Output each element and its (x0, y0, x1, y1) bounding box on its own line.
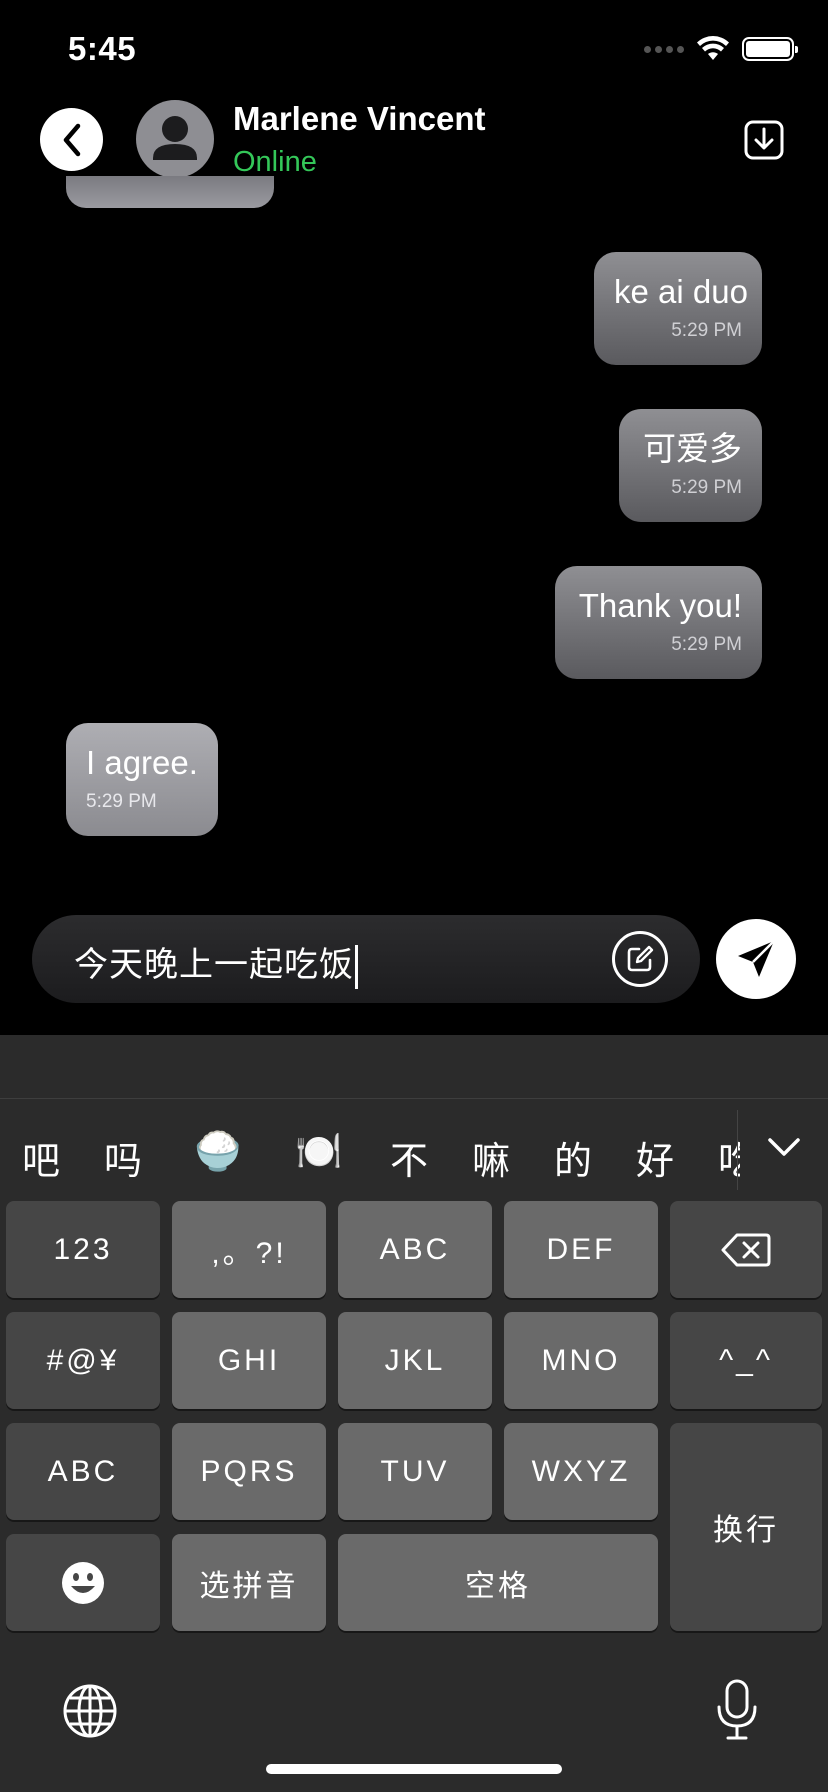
key-mno[interactable]: MNO (504, 1312, 658, 1409)
key-ghi[interactable]: GHI (172, 1312, 326, 1409)
key-tuv[interactable]: TUV (338, 1423, 492, 1520)
candidate-item[interactable]: 吧 (22, 1130, 60, 1185)
space-key[interactable]: 空格 (338, 1534, 658, 1631)
candidate-item[interactable]: 好 (636, 1130, 674, 1185)
backspace-icon (721, 1233, 771, 1266)
message-text: I agree. (86, 744, 198, 781)
cellular-signal-icon (644, 45, 684, 53)
home-indicator[interactable] (266, 1764, 562, 1774)
status-indicators (644, 36, 798, 62)
candidate-item[interactable]: 嘛 (472, 1130, 510, 1185)
candidate-emoji-rice[interactable]: 🍚 (194, 1130, 241, 1174)
delete-key[interactable] (670, 1201, 822, 1298)
key-def[interactable]: DEF (504, 1201, 658, 1298)
chevron-left-icon (63, 123, 80, 156)
download-icon (744, 120, 784, 160)
contact-avatar[interactable] (136, 100, 214, 178)
expand-candidates-button[interactable] (766, 1130, 802, 1166)
key-abc[interactable]: ABC (338, 1201, 492, 1298)
return-key[interactable]: 换行 (670, 1423, 822, 1631)
edit-button[interactable] (612, 931, 668, 987)
key-punctuation[interactable]: ,。?! (172, 1201, 326, 1298)
message-text: 可爱多 (643, 430, 742, 467)
message-timestamp: 5:29 PM (671, 320, 742, 341)
key-abc-switch[interactable]: ABC (6, 1423, 160, 1520)
key-wxyz[interactable]: WXYZ (504, 1423, 658, 1520)
key-123[interactable]: 123 (6, 1201, 160, 1298)
candidate-separator (737, 1110, 738, 1190)
person-icon (153, 116, 197, 160)
battery-icon (742, 37, 798, 61)
contact-name[interactable]: Marlene Vincent (233, 100, 485, 138)
edit-icon (627, 945, 654, 972)
keyboard: 吧 吗 🍚 🍽️ 不 嘛 的 好 吃 (0, 1035, 828, 1792)
candidate-bar[interactable]: 吧 吗 🍚 🍽️ 不 嘛 的 好 吃 (0, 1130, 740, 1200)
send-icon (738, 940, 775, 977)
message-composer[interactable]: 今天晚上一起吃饭 (32, 915, 700, 1003)
candidate-item[interactable]: 吗 (104, 1130, 142, 1185)
emoji-icon (62, 1561, 104, 1604)
key-kaomoji[interactable]: ^_^ (670, 1312, 822, 1409)
message-timestamp: 5:29 PM (671, 634, 742, 655)
dictation-button[interactable] (714, 1678, 760, 1742)
text-caret (355, 945, 358, 990)
globe-button[interactable] (62, 1683, 118, 1739)
message-text: ke ai duo (614, 273, 748, 310)
chevron-down-icon (768, 1138, 800, 1156)
message-text: Thank you! (578, 587, 742, 624)
message-timestamp: 5:29 PM (86, 791, 157, 812)
download-button[interactable] (744, 120, 784, 160)
globe-icon (63, 1684, 117, 1738)
key-pqrs[interactable]: PQRS (172, 1423, 326, 1520)
microphone-icon (717, 1679, 757, 1740)
message-input-value: 今天晚上一起吃饭 (74, 946, 354, 984)
contact-status: Online (233, 146, 317, 178)
keyboard-divider (0, 1098, 828, 1099)
send-button[interactable] (716, 919, 796, 999)
key-select-pinyin[interactable]: 选拼音 (172, 1534, 326, 1631)
status-time: 5:45 (68, 30, 137, 67)
message-timestamp: 5:29 PM (671, 477, 742, 498)
candidate-emoji-plate[interactable]: 🍽️ (295, 1130, 342, 1174)
candidate-item[interactable]: 的 (554, 1130, 592, 1185)
message-bubble-outgoing[interactable]: Thank you! 5:29 PM (555, 566, 762, 679)
key-symbols[interactable]: #@¥ (6, 1312, 160, 1409)
message-bubble-outgoing[interactable]: ke ai duo 5:29 PM (594, 252, 762, 365)
back-button[interactable] (40, 108, 103, 171)
message-input[interactable]: 今天晚上一起吃饭 (74, 937, 358, 990)
emoji-key[interactable] (6, 1534, 160, 1631)
key-jkl[interactable]: JKL (338, 1312, 492, 1409)
wifi-icon (697, 36, 729, 60)
message-bubble-partial (66, 176, 274, 208)
candidate-item[interactable]: 不 (390, 1130, 428, 1185)
message-bubble-outgoing[interactable]: 可爱多 5:29 PM (619, 409, 762, 522)
message-bubble-incoming[interactable]: I agree. 5:29 PM (66, 723, 218, 836)
